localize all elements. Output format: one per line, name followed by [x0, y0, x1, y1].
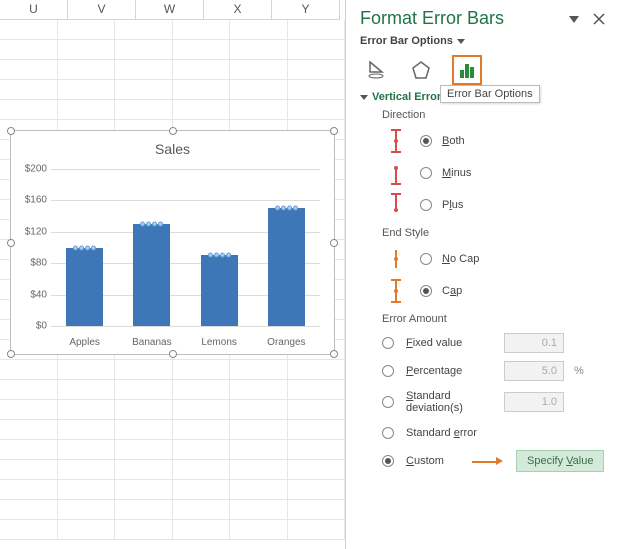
- chart-object[interactable]: Sales $0$40$80$120$160$200ApplesBananasL…: [10, 130, 335, 355]
- y-axis-tick: $0: [17, 321, 47, 332]
- percent-sign: %: [574, 365, 584, 377]
- bar[interactable]: Lemons: [201, 169, 238, 326]
- fixed-value-input[interactable]: [504, 333, 564, 353]
- amount-percentage[interactable]: Percentage %: [382, 357, 605, 385]
- x-axis-label: Oranges: [251, 337, 321, 348]
- radio-label: Plus: [442, 199, 463, 211]
- bar[interactable]: Apples: [66, 169, 103, 326]
- x-axis-label: Apples: [50, 337, 120, 348]
- y-axis-tick: $80: [17, 258, 47, 269]
- y-axis-tick: $160: [17, 195, 47, 206]
- chart-plot-area[interactable]: $0$40$80$120$160$200ApplesBananasLemonsO…: [51, 169, 320, 326]
- plus-icon: [382, 192, 410, 218]
- endstyle-cap[interactable]: Cap: [382, 275, 605, 307]
- resize-handle[interactable]: [330, 350, 338, 358]
- col-header[interactable]: U: [0, 0, 68, 20]
- percentage-input[interactable]: [504, 361, 564, 381]
- resize-handle[interactable]: [7, 350, 15, 358]
- radio-indicator: [382, 396, 394, 408]
- radio-label: Minus: [442, 167, 471, 179]
- radio-indicator: [420, 253, 432, 265]
- column-headers: U V W X Y: [0, 0, 345, 20]
- radio-indicator: [382, 365, 394, 377]
- radio-indicator: [382, 427, 394, 439]
- radio-indicator: [420, 199, 432, 211]
- amount-custom[interactable]: Custom Specify Value: [382, 447, 605, 475]
- cap-icon: [382, 278, 410, 304]
- x-axis-label: Lemons: [184, 337, 254, 348]
- radio-label: Cap: [442, 285, 462, 297]
- radio-label: Standarddeviation(s): [406, 390, 494, 414]
- radio-indicator: [420, 167, 432, 179]
- minus-icon: [382, 160, 410, 186]
- collapse-icon: [360, 95, 368, 100]
- amount-stderr[interactable]: Standard error: [382, 419, 605, 447]
- col-header[interactable]: X: [204, 0, 272, 20]
- col-header[interactable]: Y: [272, 0, 340, 20]
- radio-indicator: [420, 285, 432, 297]
- bar[interactable]: Oranges: [268, 169, 305, 326]
- spreadsheet: U V W X Y Sales $0$40$80$120$160$200Appl…: [0, 0, 345, 549]
- both-icon: [382, 128, 410, 154]
- bar-options-tab-icon[interactable]: [452, 55, 482, 85]
- direction-minus[interactable]: Minus: [382, 157, 605, 189]
- resize-handle[interactable]: [7, 127, 15, 135]
- data-point-markers: [268, 206, 305, 211]
- error-bar-options-dropdown[interactable]: Error Bar Options: [360, 35, 605, 47]
- resize-handle[interactable]: [169, 127, 177, 135]
- resize-handle[interactable]: [7, 239, 15, 247]
- resize-handle[interactable]: [169, 350, 177, 358]
- direction-plus[interactable]: Plus: [382, 189, 605, 221]
- specify-value-button[interactable]: Specify Value: [516, 450, 604, 472]
- radio-indicator: [382, 455, 394, 467]
- direction-both[interactable]: Both: [382, 125, 605, 157]
- amount-stddev[interactable]: Standarddeviation(s): [382, 385, 605, 419]
- radio-label: Custom: [406, 455, 462, 467]
- format-error-bars-pane: Format Error Bars Error Bar Options: [345, 0, 619, 549]
- radio-indicator: [420, 135, 432, 147]
- nocap-icon: [382, 246, 410, 272]
- resize-handle[interactable]: [330, 239, 338, 247]
- radio-label: Standard error: [406, 427, 494, 439]
- amount-fixed[interactable]: Fixed value: [382, 329, 605, 357]
- error-amount-label: Error Amount: [382, 313, 605, 325]
- stddev-input[interactable]: [504, 392, 564, 412]
- radio-label: No Cap: [442, 253, 479, 265]
- radio-indicator: [382, 337, 394, 349]
- data-point-markers: [133, 221, 170, 226]
- radio-label: Percentage: [406, 365, 494, 377]
- y-axis-tick: $120: [17, 226, 47, 237]
- y-axis-tick: $200: [17, 164, 47, 175]
- tooltip: Error Bar Options: [440, 85, 540, 103]
- error-bar-options-label: Error Bar Options: [360, 35, 453, 47]
- data-point-markers: [201, 253, 238, 258]
- effects-tab-icon[interactable]: [406, 55, 436, 85]
- radio-label: Fixed value: [406, 337, 494, 349]
- col-header[interactable]: W: [136, 0, 204, 20]
- fill-line-tab-icon[interactable]: [360, 55, 390, 85]
- x-axis-label: Bananas: [117, 337, 187, 348]
- pane-title: Format Error Bars: [360, 8, 504, 29]
- radio-label: Both: [442, 135, 465, 147]
- chevron-down-icon: [457, 39, 465, 44]
- y-axis-tick: $40: [17, 289, 47, 300]
- data-point-markers: [66, 245, 103, 250]
- options-dropdown-icon[interactable]: [569, 14, 579, 24]
- endstyle-label: End Style: [382, 227, 605, 239]
- col-header[interactable]: V: [68, 0, 136, 20]
- resize-handle[interactable]: [330, 127, 338, 135]
- close-icon[interactable]: [593, 13, 605, 25]
- endstyle-nocap[interactable]: No Cap: [382, 243, 605, 275]
- direction-label: Direction: [382, 109, 605, 121]
- bar[interactable]: Bananas: [133, 169, 170, 326]
